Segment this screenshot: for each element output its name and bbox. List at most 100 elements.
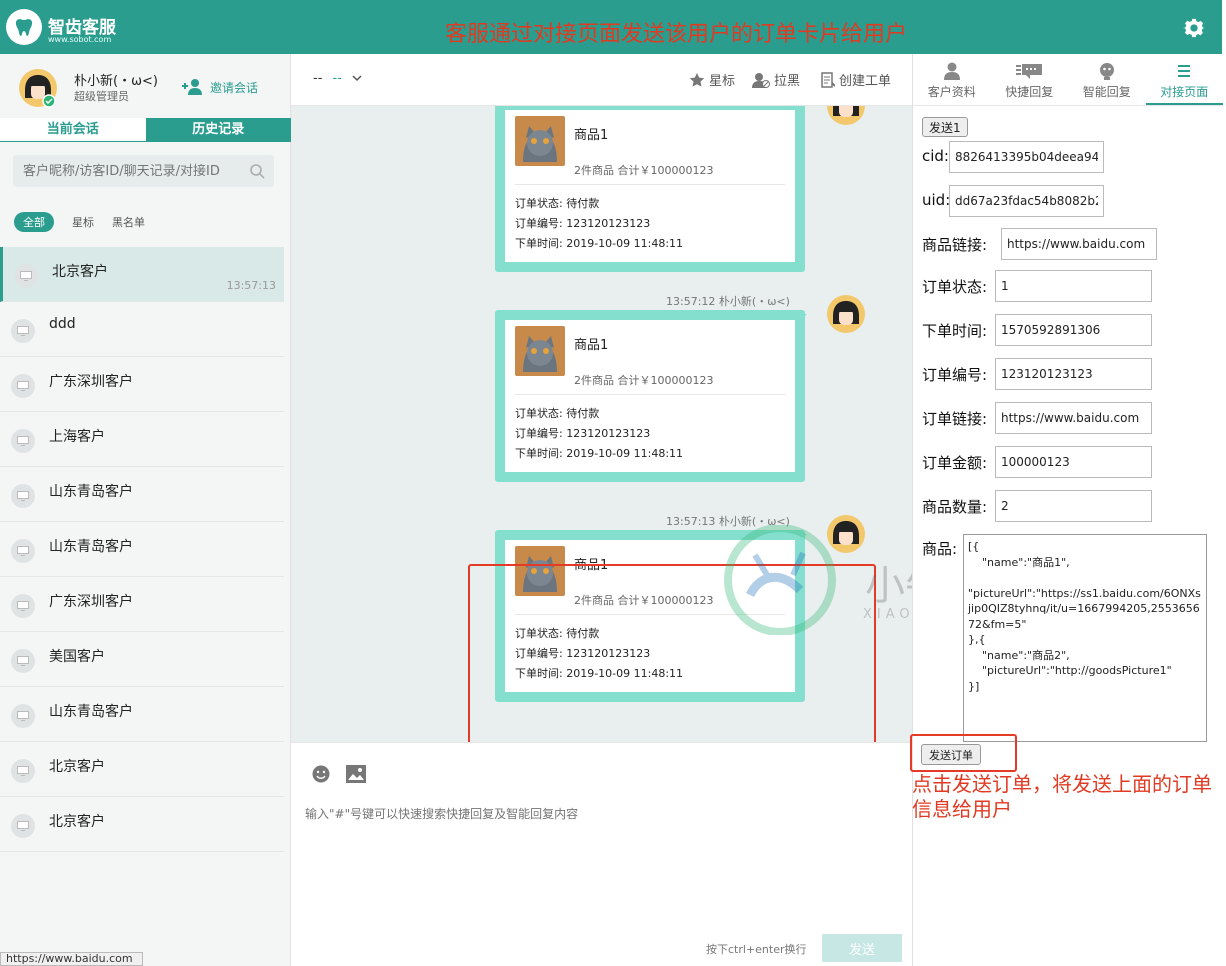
message-area: 商品1 2件商品 合计￥100000123 订单状态: 待付款 订单编号: 12312… — [291, 106, 912, 742]
conversation-name: 山东青岛客户 — [49, 484, 133, 500]
filter-all[interactable]: 全部 — [14, 212, 54, 232]
order-card[interactable]: 商品1 2件商品 合计￥100000123 订单状态: 待付款 订单编号: 12312… — [495, 310, 805, 482]
right-panel: 客户资料 快捷回复 智能回复 对接页面 发送1 cid: uid: 商品链接: 订单状… — [910, 54, 1223, 966]
field-input[interactable] — [995, 314, 1152, 346]
block-user-icon — [752, 72, 770, 88]
block-button[interactable]: 拉黑 — [752, 70, 800, 89]
conversation-name: 北京客户 — [52, 264, 108, 280]
tab-current-session[interactable]: 当前会话 — [0, 118, 146, 142]
order-time: 下单时间: 2019-10-09 11:48:11 — [515, 235, 683, 251]
message-meta: 13:57:12 朴小新(・ω<) — [666, 295, 790, 308]
tab-smart-reply-label: 智能回复 — [1082, 85, 1131, 99]
field-label: 商品数量: — [922, 498, 988, 516]
tab-docking-page-label: 对接页面 — [1160, 85, 1209, 99]
list-item[interactable]: 上海客户 — [0, 412, 284, 467]
monitor-icon — [11, 539, 35, 563]
monitor-icon — [11, 429, 35, 453]
field-input[interactable] — [1001, 228, 1157, 260]
monitor-icon — [11, 649, 35, 673]
order-card-body: 商品1 2件商品 合计￥100000123 订单状态: 待付款 订单编号: 12312… — [505, 320, 795, 472]
ticket-icon — [821, 71, 835, 88]
tab-docking-page[interactable]: 对接页面 — [1145, 54, 1223, 105]
list-item[interactable]: 山东青岛客户 — [0, 687, 284, 742]
order-summary: 2件商品 合计￥100000123 — [574, 164, 714, 177]
order-time-value: 2019-10-09 11:48:11 — [566, 237, 684, 250]
star-button[interactable]: 星标 — [689, 70, 735, 89]
order-card[interactable]: 商品1 2件商品 合计￥100000123 订单状态: 待付款 订单编号: 12312… — [495, 106, 805, 272]
tab-quick-reply-label: 快捷回复 — [1005, 85, 1054, 99]
field-label: 订单链接: — [922, 410, 988, 428]
message-input[interactable] — [305, 805, 895, 905]
monitor-icon — [11, 704, 35, 728]
filter-blacklist[interactable]: 黑名单 — [112, 214, 145, 230]
list-item[interactable]: ddd — [0, 302, 284, 357]
order-time: 下单时间: 2019-10-09 11:48:11 — [515, 445, 683, 461]
tab-quick-reply[interactable]: 快捷回复 — [991, 54, 1069, 105]
invite-label: 邀请会话 — [210, 80, 259, 95]
conversation-name: 山东青岛客户 — [49, 539, 133, 555]
monitor-icon — [14, 264, 38, 288]
search-icon[interactable] — [249, 163, 265, 179]
chat-title[interactable]: -- -- — [313, 71, 362, 86]
quick-reply-icon — [1016, 64, 1043, 79]
list-item[interactable]: 北京客户 — [0, 742, 284, 797]
field-input[interactable] — [995, 358, 1152, 390]
list-item[interactable]: 广东深圳客户 — [0, 357, 284, 412]
tab-history[interactable]: 历史记录 — [145, 118, 291, 142]
user-icon — [943, 62, 960, 80]
field-label: 订单金额: — [922, 454, 988, 472]
list-item[interactable]: 美国客户 — [0, 632, 284, 687]
message-meta: 13:57:13 朴小新(・ω<) — [666, 515, 790, 528]
order-number-value: 123120123123 — [566, 427, 651, 440]
block-label: 拉黑 — [774, 74, 801, 89]
list-item[interactable]: 广东深圳客户 — [0, 577, 284, 632]
field-input[interactable] — [995, 490, 1152, 522]
field-input[interactable] — [995, 402, 1152, 434]
monitor-icon — [11, 594, 35, 618]
agent-avatar[interactable] — [18, 68, 58, 108]
list-item[interactable]: 北京客户 — [0, 797, 284, 852]
conversation-name: 北京客户 — [49, 759, 105, 775]
order-status-label: 订单状态: — [515, 407, 563, 420]
goods-textarea[interactable]: [{ "name":"商品1", "pictureUrl":"https://s… — [963, 534, 1207, 742]
agent-avatar-small — [827, 106, 865, 125]
search-input[interactable] — [13, 155, 274, 187]
send-button[interactable]: 发送 — [822, 934, 902, 962]
input-area: 按下ctrl+enter换行 发送 — [291, 742, 912, 966]
list-item[interactable]: 山东青岛客户 — [0, 522, 284, 577]
conversation-time: 13:57:13 — [226, 279, 276, 292]
send1-button[interactable]: 发送1 — [922, 117, 968, 137]
monitor-icon — [11, 759, 35, 783]
list-item[interactable]: 北京客户 13:57:13 — [0, 247, 284, 302]
field-input[interactable] — [949, 141, 1104, 173]
filter-starred[interactable]: 星标 — [72, 214, 94, 230]
tab-customer-info[interactable]: 客户资料 — [913, 54, 991, 105]
app-root: 智齿客服 www.sobot.com 客服通过对接页面发送该用户的订单卡片给用户… — [0, 0, 1226, 966]
product-name: 商品1 — [574, 338, 609, 353]
tab-smart-reply[interactable]: 智能回复 — [1068, 54, 1146, 105]
list-item[interactable]: 山东青岛客户 — [0, 467, 284, 522]
create-ticket-button[interactable]: 创建工单 — [821, 70, 891, 89]
left-panel: 朴小新(・ω<) 超级管理员 邀请会话 当前会话 历史记录 全部 星标 黑名单 … — [0, 54, 291, 966]
image-icon[interactable] — [346, 765, 366, 783]
field-input[interactable] — [995, 446, 1152, 478]
emoji-icon[interactable] — [312, 765, 330, 783]
field-input[interactable] — [949, 185, 1104, 217]
annotation-note: 点击发送订单，将发送上面的订单信息给用户 — [912, 772, 1212, 821]
order-time-value: 2019-10-09 11:48:11 — [566, 447, 684, 460]
chat-panel: -- -- 星标 拉黑 创建工单 商品1 2件商品 合计￥100000123 订单状… — [291, 54, 1201, 966]
menu-icon — [1178, 65, 1191, 77]
chat-header: -- -- 星标 拉黑 创建工单 — [291, 54, 912, 106]
field-label: 订单编号: — [922, 366, 988, 384]
filter-bar: 全部 星标 黑名单 — [14, 212, 145, 232]
status-url: https://www.baidu.com — [0, 952, 143, 966]
field-label: 下单时间: — [922, 322, 988, 340]
gear-icon[interactable] — [1183, 17, 1205, 39]
invite-button[interactable]: 邀请会话 — [182, 78, 258, 96]
order-card-body: 商品1 2件商品 合计￥100000123 订单状态: 待付款 订单编号: 12312… — [505, 110, 795, 262]
chevron-down-icon — [352, 75, 362, 82]
order-status-label: 订单状态: — [515, 197, 563, 210]
field-input[interactable] — [995, 270, 1152, 302]
product-name: 商品1 — [574, 128, 609, 143]
top-bar: 智齿客服 www.sobot.com 客服通过对接页面发送该用户的订单卡片给用户 — [0, 0, 1222, 54]
